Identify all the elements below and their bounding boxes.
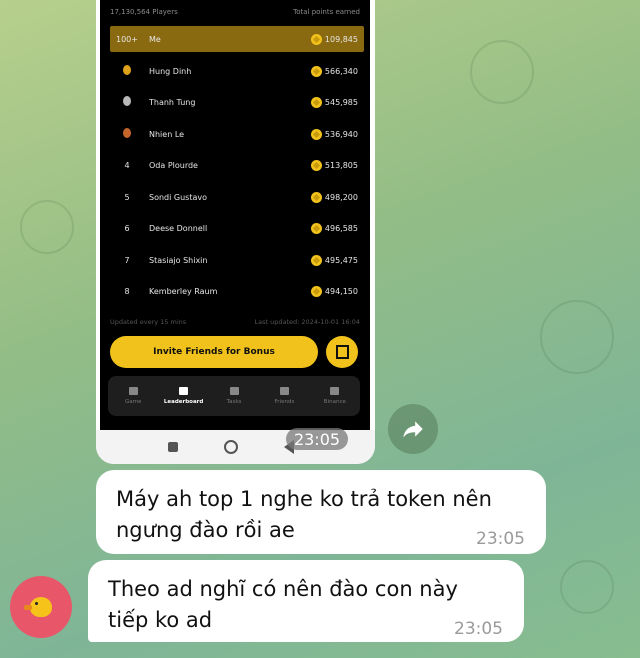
points-header: Total points earned — [293, 8, 360, 16]
update-frequency: Updated every 15 mins — [110, 318, 187, 326]
player-points: 494,150 — [324, 286, 358, 296]
leaderboard-row: 6 Deese Donnell 496,585 — [110, 215, 364, 241]
message-time: 23:05 — [454, 619, 503, 639]
recents-icon — [168, 442, 178, 452]
tab-game: Game — [108, 376, 158, 416]
player-name: Kemberley Raum — [149, 286, 218, 296]
player-points: 496,585 — [324, 223, 358, 233]
gold-medal-icon — [123, 65, 131, 75]
tab-label: Game — [125, 399, 142, 405]
player-points: 513,805 — [324, 160, 358, 170]
leaderboard-row: 8 Kemberley Raum 494,150 — [110, 278, 364, 304]
leaderboard-row: Nhien Le 536,940 — [110, 121, 364, 147]
coin-icon — [310, 96, 322, 108]
message-line: ngưng đào rồi ae — [116, 518, 295, 542]
chick-icon — [24, 597, 52, 617]
message-text: Máy ah top 1 nghe ko trả token nên ngưng… — [116, 484, 492, 546]
rank-label: 100+ — [116, 34, 138, 44]
coin-icon — [310, 159, 322, 171]
message-time: 23:05 — [476, 529, 525, 549]
message-text: Theo ad nghĩ có nên đào con này tiếp ko … — [108, 574, 458, 636]
home-icon — [128, 387, 138, 395]
player-points: 495,475 — [324, 255, 358, 265]
player-name: Me — [149, 34, 161, 44]
background-doodle — [540, 300, 614, 374]
tab-tasks: Tasks — [209, 376, 259, 416]
player-name: Deese Donnell — [149, 223, 208, 233]
leaderboard-screenshot: 17,130,564 Players Total points earned 1… — [100, 0, 370, 430]
player-name: Hung Dinh — [149, 66, 192, 76]
binance-icon — [330, 387, 340, 395]
player-name: Oda Plourde — [149, 160, 198, 170]
text-message-bubble[interactable]: Theo ad nghĩ có nên đào con này tiếp ko … — [88, 560, 524, 642]
tab-label: Friends — [274, 399, 295, 405]
leaderboard-row-me: 100+ Me 109,845 — [110, 26, 364, 52]
leaderboard-row: 7 Stasiajo Shixin 495,475 — [110, 247, 364, 273]
message-line: Theo ad nghĩ có nên đào con này — [108, 577, 458, 601]
leaderboard-row: Hung Dinh 566,340 — [110, 58, 364, 84]
player-name: Nhien Le — [149, 129, 185, 139]
copy-icon — [335, 345, 349, 359]
message-line: tiếp ko ad — [108, 608, 213, 632]
leaderboard-row: 5 Sondi Gustavo 498,200 — [110, 184, 364, 210]
leaderboard-row: 4 Oda Plourde 513,805 — [110, 152, 364, 178]
tasks-icon — [229, 387, 239, 395]
leaderboard-footer: Updated every 15 mins Last updated: 2024… — [110, 318, 360, 326]
coin-icon — [310, 254, 322, 266]
silver-medal-icon — [123, 96, 131, 106]
bronze-medal-icon — [123, 128, 131, 138]
coin-icon — [310, 128, 322, 140]
tab-label: Leaderboard — [163, 399, 204, 405]
bar-chart-icon — [179, 387, 189, 395]
invite-friends-button: Invite Friends for Bonus — [110, 336, 318, 368]
rank-label: 5 — [124, 192, 130, 202]
background-doodle — [560, 560, 614, 614]
player-points: 498,200 — [324, 192, 358, 202]
image-message-bubble[interactable]: 17,130,564 Players Total points earned 1… — [96, 0, 375, 464]
home-circle-icon — [224, 440, 238, 454]
coin-icon — [310, 191, 322, 203]
tab-label: Tasks — [226, 399, 242, 405]
rank-label: 7 — [124, 255, 130, 265]
coin-icon — [310, 33, 322, 45]
player-points: 109,845 — [324, 34, 358, 44]
players-count: 17,130,564 Players — [110, 8, 178, 16]
coin-icon — [310, 222, 322, 234]
rank-label: 8 — [124, 286, 130, 296]
tab-label: Binance — [323, 399, 346, 405]
rank-label: 4 — [124, 160, 130, 170]
background-doodle — [20, 200, 74, 254]
text-message-bubble[interactable]: Máy ah top 1 nghe ko trả token nên ngưng… — [96, 470, 546, 554]
copy-link-button — [326, 336, 358, 368]
tab-friends: Friends — [259, 376, 309, 416]
tab-leaderboard: Leaderboard — [158, 376, 208, 416]
share-arrow-icon — [403, 421, 423, 438]
player-name: Thanh Tung — [149, 97, 196, 107]
forward-button[interactable] — [388, 404, 438, 454]
leaderboard-row: Thanh Tung 545,985 — [110, 89, 364, 115]
player-points: 545,985 — [324, 97, 358, 107]
bottom-tab-bar: Game Leaderboard Tasks Friends Binance — [108, 376, 360, 416]
coin-icon — [310, 285, 322, 297]
background-doodle — [470, 40, 534, 104]
player-name: Sondi Gustavo — [149, 192, 207, 202]
tab-binance: Binance — [310, 376, 360, 416]
last-updated: Last updated: 2024-10-01 16:04 — [254, 318, 360, 326]
message-line: Máy ah top 1 nghe ko trả token nên — [116, 487, 492, 511]
friends-icon — [279, 387, 289, 395]
player-points: 566,340 — [324, 66, 358, 76]
message-time: 23:05 — [286, 428, 348, 450]
player-name: Stasiajo Shixin — [149, 255, 208, 265]
avatar[interactable] — [10, 576, 72, 638]
rank-label: 6 — [124, 223, 130, 233]
coin-icon — [310, 65, 322, 77]
leaderboard-header: 17,130,564 Players Total points earned — [110, 8, 360, 16]
player-points: 536,940 — [324, 129, 358, 139]
